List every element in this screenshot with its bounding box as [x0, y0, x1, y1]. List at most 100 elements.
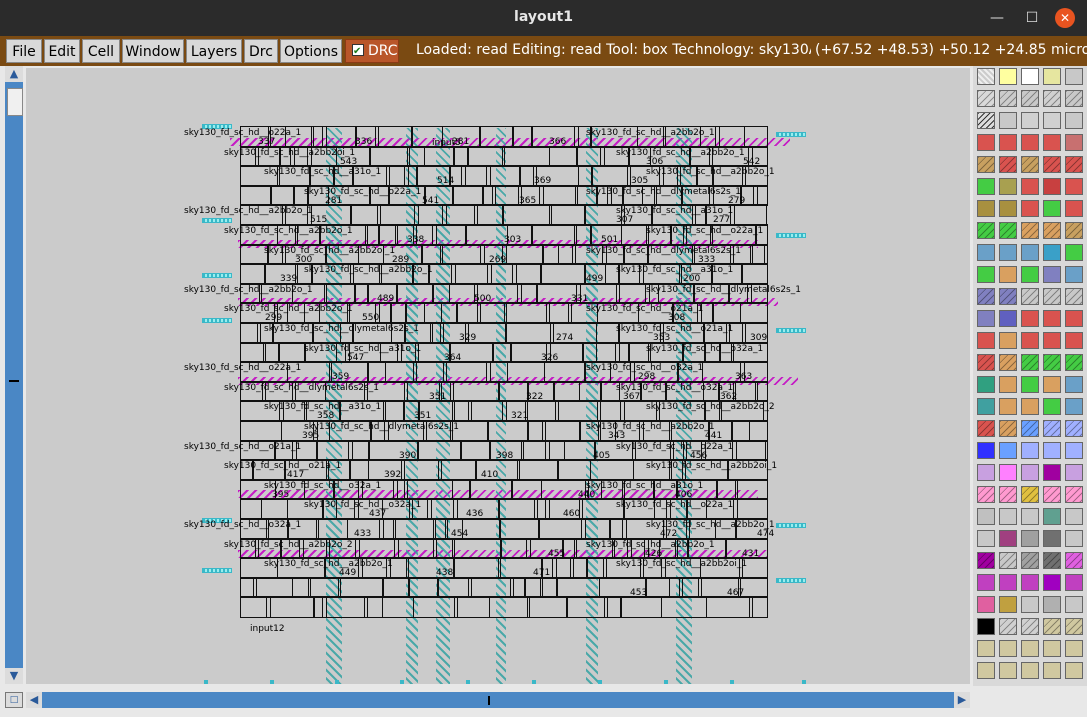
standard-cell[interactable]	[507, 361, 545, 383]
layer-swatch-icon[interactable]	[977, 486, 995, 503]
layer-swatch-icon[interactable]	[999, 618, 1017, 635]
standard-cell[interactable]	[355, 537, 399, 560]
standard-cell[interactable]	[350, 459, 369, 481]
standard-cell[interactable]	[413, 361, 447, 383]
io-pin[interactable]	[776, 328, 806, 333]
standard-cell[interactable]	[368, 361, 386, 383]
standard-cell[interactable]	[512, 126, 532, 148]
layer-swatch-icon[interactable]	[1043, 90, 1061, 107]
layer-swatch-icon[interactable]	[977, 662, 995, 679]
standard-cell[interactable]	[486, 165, 521, 187]
layer-swatch-icon[interactable]	[1021, 618, 1039, 635]
drc-checkbox[interactable]	[352, 41, 364, 63]
layer-swatch-icon[interactable]	[999, 266, 1017, 283]
standard-cell[interactable]	[442, 204, 478, 226]
io-pin[interactable]	[776, 523, 806, 528]
layer-swatch-icon[interactable]	[977, 596, 995, 613]
standard-cell[interactable]	[401, 459, 442, 481]
standard-cell[interactable]	[308, 576, 341, 599]
standard-cell[interactable]	[468, 576, 514, 599]
layer-swatch-icon[interactable]	[977, 442, 995, 459]
layer-swatch-icon[interactable]	[1065, 134, 1083, 151]
layer-swatch-icon[interactable]	[999, 552, 1017, 569]
standard-cell[interactable]	[621, 224, 649, 246]
layer-swatch-icon[interactable]	[1043, 618, 1061, 635]
layer-swatch-icon[interactable]	[1065, 398, 1083, 415]
standard-cell[interactable]	[261, 498, 288, 520]
layer-swatch-icon[interactable]	[1021, 552, 1039, 569]
layer-swatch-icon[interactable]	[1021, 596, 1039, 613]
zoom-box-icon[interactable]: □	[5, 692, 23, 708]
standard-cell[interactable]	[733, 498, 768, 520]
layer-swatch-icon[interactable]	[1021, 222, 1039, 239]
standard-cell[interactable]	[278, 341, 305, 364]
minimize-icon[interactable]: —	[987, 8, 1007, 28]
layer-swatch-icon[interactable]	[1021, 68, 1039, 85]
layer-swatch-icon[interactable]	[1021, 244, 1039, 261]
standard-cell[interactable]	[544, 361, 586, 383]
standard-cell[interactable]	[730, 204, 767, 226]
layer-swatch-icon[interactable]	[999, 178, 1017, 195]
layer-swatch-icon[interactable]	[977, 420, 995, 437]
standard-cell[interactable]	[488, 420, 528, 442]
layer-swatch-icon[interactable]	[1065, 288, 1083, 305]
io-pin[interactable]	[202, 568, 232, 573]
layer-swatch-icon[interactable]	[999, 288, 1017, 305]
layer-swatch-icon[interactable]	[999, 244, 1017, 261]
layer-swatch-icon[interactable]	[1043, 156, 1061, 173]
standard-cell[interactable]	[512, 263, 541, 285]
io-pin[interactable]	[202, 273, 232, 278]
menu-file[interactable]: File	[6, 39, 42, 63]
layer-swatch-icon[interactable]	[1043, 530, 1061, 547]
standard-cell[interactable]	[765, 439, 768, 462]
layer-swatch-icon[interactable]	[1065, 332, 1083, 349]
standard-cell[interactable]	[742, 263, 768, 285]
io-pin[interactable]	[202, 218, 232, 223]
layer-swatch-icon[interactable]	[1021, 464, 1039, 481]
layer-swatch-icon[interactable]	[1065, 508, 1083, 525]
menu-window[interactable]: Window	[122, 39, 184, 63]
layer-swatch-icon[interactable]	[977, 574, 995, 591]
standard-cell[interactable]	[253, 576, 293, 599]
standard-cell[interactable]	[732, 420, 750, 442]
standard-cell[interactable]	[744, 126, 768, 148]
standard-cell[interactable]	[749, 596, 768, 618]
standard-cell[interactable]	[583, 341, 597, 364]
standard-cell[interactable]	[477, 302, 507, 324]
standard-cell[interactable]	[579, 380, 601, 403]
standard-cell[interactable]	[504, 302, 550, 324]
standard-cell[interactable]	[382, 596, 414, 618]
layer-swatch-icon[interactable]	[1065, 222, 1083, 239]
io-pin[interactable]	[776, 578, 806, 583]
bottom-pin[interactable]	[270, 680, 274, 684]
layer-swatch-icon[interactable]	[999, 662, 1017, 679]
menu-options[interactable]: Options	[280, 39, 342, 63]
layer-swatch-icon[interactable]	[1043, 420, 1061, 437]
standard-cell[interactable]	[646, 576, 670, 599]
standard-cell[interactable]	[322, 596, 368, 618]
standard-cell[interactable]	[240, 263, 266, 285]
layer-swatch-icon[interactable]	[1021, 640, 1039, 657]
bottom-pin[interactable]	[335, 680, 339, 684]
bottom-pin[interactable]	[730, 680, 734, 684]
layer-swatch-icon[interactable]	[999, 68, 1017, 85]
standard-cell[interactable]	[452, 537, 501, 560]
layer-swatch-icon[interactable]	[1021, 332, 1039, 349]
bottom-pin[interactable]	[204, 680, 208, 684]
layer-swatch-icon[interactable]	[1043, 112, 1061, 129]
layer-swatch-icon[interactable]	[1043, 442, 1061, 459]
layer-swatch-icon[interactable]	[1065, 156, 1083, 173]
layer-swatch-icon[interactable]	[999, 420, 1017, 437]
standard-cell[interactable]	[240, 184, 271, 207]
layer-swatch-icon[interactable]	[999, 596, 1017, 613]
standard-cell[interactable]	[406, 302, 425, 324]
io-pin[interactable]	[776, 233, 806, 238]
layer-swatch-icon[interactable]	[1043, 596, 1061, 613]
layer-swatch-icon[interactable]	[1065, 464, 1083, 481]
layer-swatch-icon[interactable]	[1021, 530, 1039, 547]
standard-cell[interactable]	[413, 596, 458, 618]
layer-swatch-icon[interactable]	[999, 398, 1017, 415]
standard-cell[interactable]	[500, 518, 540, 540]
standard-cell[interactable]	[615, 341, 629, 364]
standard-cell[interactable]	[240, 420, 282, 442]
